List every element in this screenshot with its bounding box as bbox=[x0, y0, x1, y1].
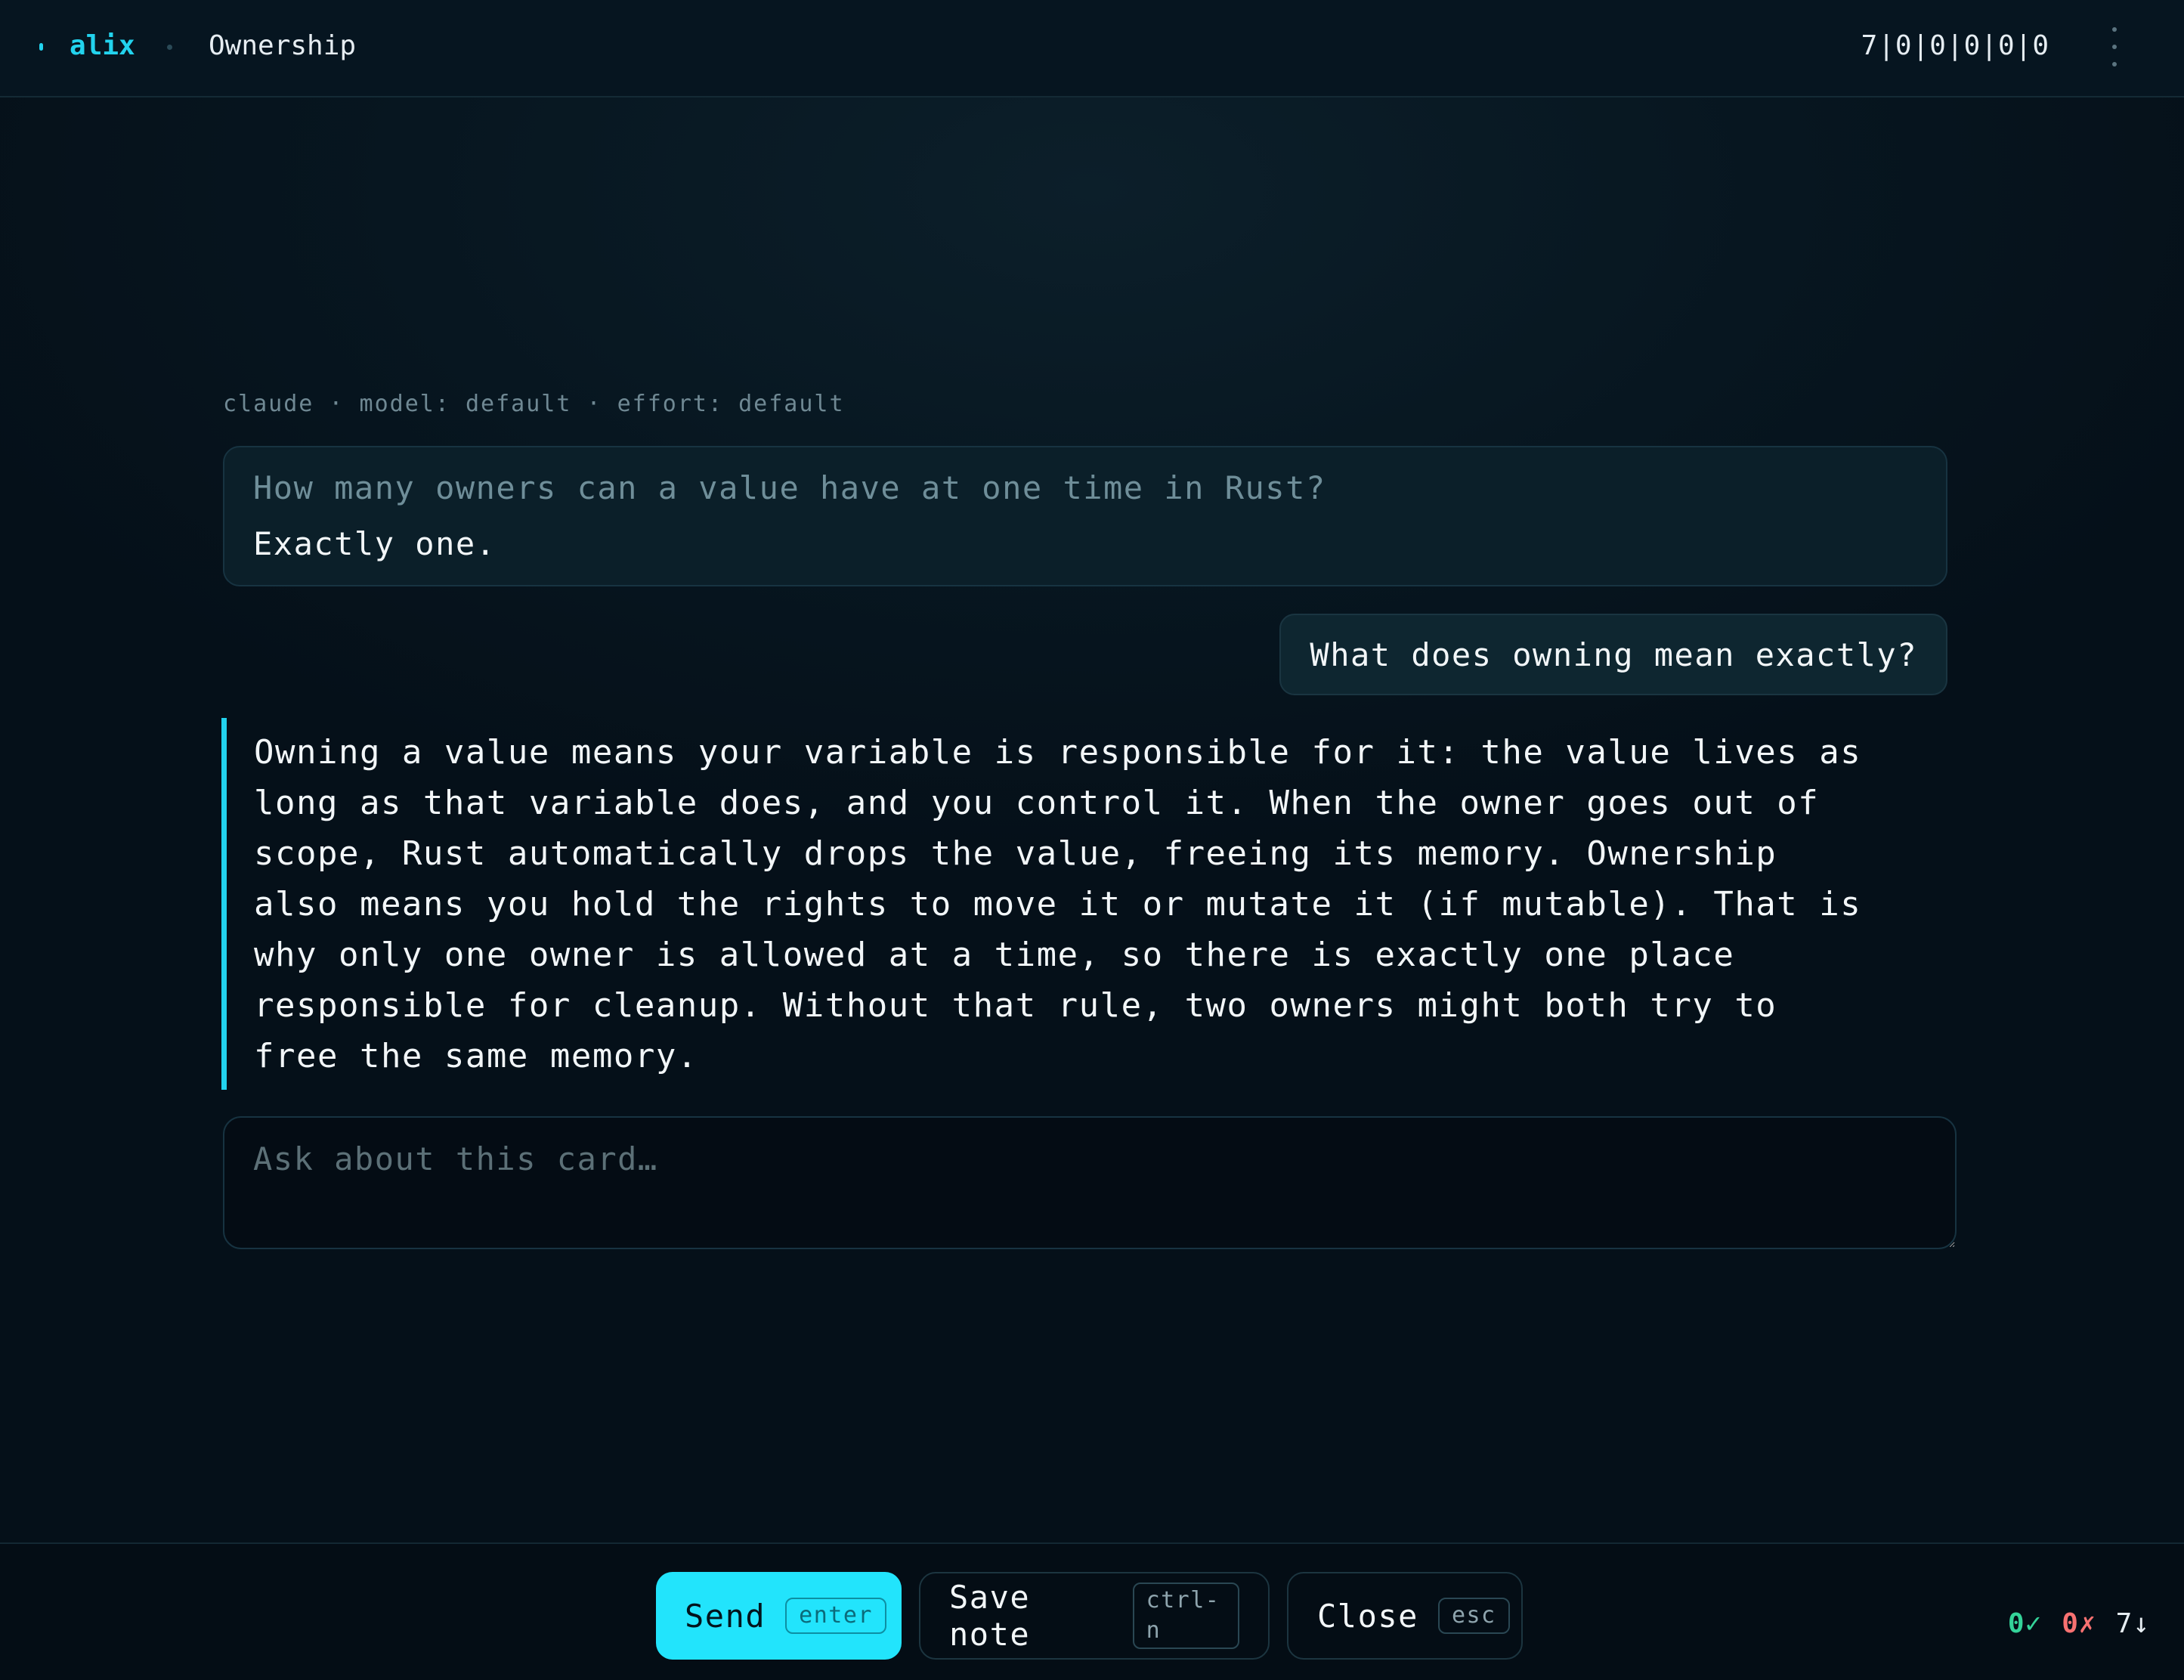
session-stats: 0✓ 0✗ 7↓ bbox=[2008, 1608, 2150, 1639]
session-meta: claude · model: default · effort: defaul… bbox=[223, 391, 845, 417]
assistant-line: scope, Rust automatically drops the valu… bbox=[254, 834, 1777, 873]
card-question: How many owners can a value have at one … bbox=[253, 469, 1326, 506]
correct-count: 0✓ bbox=[2007, 1608, 2043, 1639]
save-note-shortcut: ctrl-n bbox=[1132, 1583, 1239, 1649]
separator-dot-icon bbox=[167, 45, 172, 50]
brand-dot-icon bbox=[39, 43, 43, 51]
action-bar: Send enter Save note ctrl-n Close esc 0✓… bbox=[0, 1542, 2184, 1680]
send-label: Send bbox=[685, 1597, 766, 1635]
more-vertical-icon[interactable] bbox=[2105, 27, 2124, 67]
assistant-line: long as that variable does, and you cont… bbox=[254, 784, 1820, 822]
send-button[interactable]: Send enter bbox=[656, 1572, 902, 1660]
assistant-line: responsible for cleanup. Without that ru… bbox=[254, 986, 1777, 1025]
ask-input[interactable] bbox=[223, 1116, 1957, 1249]
save-note-label: Save note bbox=[949, 1579, 1031, 1653]
assistant-line: Owning a value means your variable is re… bbox=[254, 733, 1862, 772]
close-button[interactable]: Close esc bbox=[1287, 1572, 1523, 1660]
card-answer: Exactly one. bbox=[253, 525, 497, 562]
assistant-line: also means you hold the rights to move i… bbox=[254, 885, 1862, 924]
save-note-button[interactable]: Save note ctrl-n bbox=[919, 1572, 1270, 1660]
user-message: What does owning mean exactly? bbox=[1279, 614, 1947, 695]
wrong-count: 0✗ bbox=[2062, 1608, 2096, 1639]
app-brand: alix bbox=[70, 30, 135, 61]
assistant-message: Owning a value means your variable is re… bbox=[221, 718, 1960, 1090]
close-label: Close bbox=[1317, 1597, 1418, 1635]
top-bar: alix Ownership 7|0|0|0|0|0 bbox=[0, 0, 2184, 97]
send-shortcut: enter bbox=[785, 1598, 886, 1634]
card-counts: 7|0|0|0|0|0 bbox=[1861, 30, 2049, 61]
due-count: 7↓ bbox=[2115, 1608, 2150, 1639]
flashcard: How many owners can a value have at one … bbox=[223, 446, 1947, 586]
assistant-line: free the same memory. bbox=[254, 1037, 698, 1075]
deck-title: Ownership bbox=[209, 30, 357, 61]
assistant-line: why only one owner is allowed at a time,… bbox=[254, 936, 1735, 974]
close-shortcut: esc bbox=[1437, 1598, 1510, 1634]
